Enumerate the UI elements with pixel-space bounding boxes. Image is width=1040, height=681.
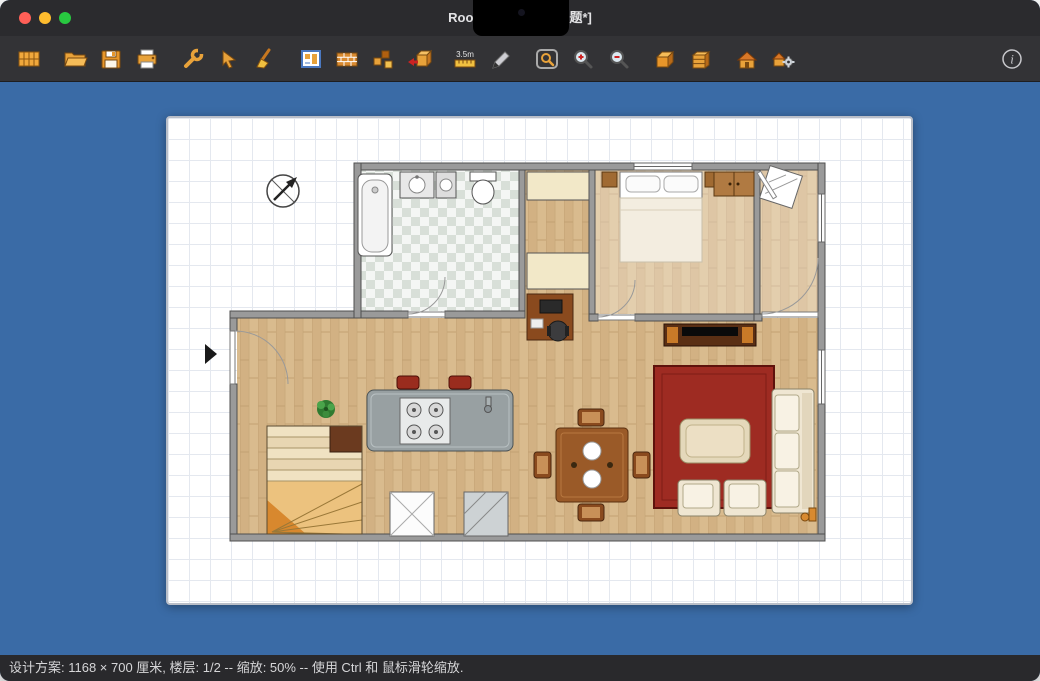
stair-landing: [330, 426, 362, 452]
save-icon: [98, 47, 124, 71]
title-area: Roo 题*]: [0, 0, 1040, 36]
zoom-in-icon: [570, 47, 596, 71]
measure-label: 3.5m: [456, 50, 474, 59]
measure-button[interactable]: 3.5m: [448, 44, 481, 74]
main-toolbar: 3.5m i: [0, 36, 1040, 82]
app-window: Roo 题*]: [0, 0, 1040, 681]
camera-dot: [518, 9, 525, 16]
open-folder-icon: [62, 47, 88, 71]
bathtub[interactable]: [358, 174, 392, 256]
house-settings-icon: [770, 47, 796, 71]
armchair[interactable]: [724, 480, 766, 516]
workspace-background: [0, 82, 1040, 655]
print-button[interactable]: [130, 44, 163, 74]
staircase[interactable]: [267, 426, 362, 534]
washbasin[interactable]: [400, 172, 434, 198]
zoom-region-button[interactable]: [530, 44, 563, 74]
tv-stand[interactable]: [664, 324, 756, 346]
zoom-region-icon: [534, 47, 560, 71]
kitchen-island[interactable]: [367, 390, 513, 451]
toilet[interactable]: [470, 172, 496, 204]
tools-button[interactable]: [176, 44, 209, 74]
nightstand-left[interactable]: [602, 172, 617, 187]
pen-icon: [488, 47, 514, 71]
compass[interactable]: [267, 175, 299, 207]
dining-table[interactable]: [556, 428, 628, 502]
appliance-box[interactable]: [390, 492, 434, 536]
room-plan-button[interactable]: [294, 44, 327, 74]
armchair[interactable]: [678, 480, 720, 516]
furniture-move-button[interactable]: [402, 44, 435, 74]
window-title-left: Roo: [448, 0, 473, 36]
brick-wall-icon: [334, 47, 360, 71]
tiles-button[interactable]: [366, 44, 399, 74]
plant[interactable]: [317, 400, 335, 418]
zoom-out-icon: [606, 47, 632, 71]
view-3d-button[interactable]: [648, 44, 681, 74]
title-bar: Roo 题*]: [0, 0, 1040, 36]
wardrobe[interactable]: [714, 172, 754, 196]
stove: [400, 398, 450, 444]
wrench-icon: [180, 47, 206, 71]
info-icon: i: [999, 47, 1025, 71]
closet-top[interactable]: [527, 172, 589, 200]
info-button[interactable]: i: [995, 44, 1028, 74]
faucet: [486, 397, 491, 406]
save-button[interactable]: [94, 44, 127, 74]
print-icon: [134, 47, 160, 71]
closet-bottom[interactable]: [527, 253, 589, 289]
wall-button[interactable]: [330, 44, 363, 74]
furniture-move-icon: [406, 47, 432, 71]
grid-icon: [16, 47, 42, 71]
clean-button[interactable]: [248, 44, 281, 74]
coffee-table[interactable]: [680, 419, 750, 463]
cube-3d-icon: [652, 47, 678, 71]
house-3d-icon: [734, 47, 760, 71]
house-settings-button[interactable]: [766, 44, 799, 74]
bed[interactable]: [620, 172, 702, 262]
tiles-icon: [370, 47, 396, 71]
furniture-3d-button[interactable]: [684, 44, 717, 74]
sofa[interactable]: [772, 389, 814, 513]
status-text: 设计方案: 1168 × 700 厘米, 楼层: 1/2 -- 缩放: 50% …: [9, 660, 464, 675]
pointer-icon: [216, 47, 242, 71]
window-title-right: 题*]: [569, 0, 591, 36]
open-button[interactable]: [58, 44, 91, 74]
screenshot-root: Roo 题*]: [0, 0, 1040, 681]
cursor-arrow: [205, 344, 217, 364]
furniture-3d-icon: [688, 47, 714, 71]
drawing-area[interactable]: [166, 116, 913, 605]
zoom-in-button[interactable]: [566, 44, 599, 74]
room-plan-icon: [298, 47, 324, 71]
display-notch: [473, 0, 569, 36]
bar-stool[interactable]: [397, 376, 419, 389]
pointer-button[interactable]: [212, 44, 245, 74]
bidet[interactable]: [436, 172, 456, 198]
office-chair[interactable]: [547, 321, 569, 341]
svg-text:i: i: [1010, 51, 1014, 66]
appliance-gray[interactable]: [464, 492, 508, 536]
floor-plan[interactable]: [168, 118, 913, 605]
broom-icon: [252, 47, 278, 71]
house-3d-button[interactable]: [730, 44, 763, 74]
status-bar: 设计方案: 1168 × 700 厘米, 楼层: 1/2 -- 缩放: 50% …: [0, 655, 1040, 681]
grid-button[interactable]: [12, 44, 45, 74]
draw-button[interactable]: [484, 44, 517, 74]
zoom-out-button[interactable]: [602, 44, 635, 74]
bar-stool[interactable]: [449, 376, 471, 389]
measure-icon: 3.5m: [452, 47, 478, 71]
